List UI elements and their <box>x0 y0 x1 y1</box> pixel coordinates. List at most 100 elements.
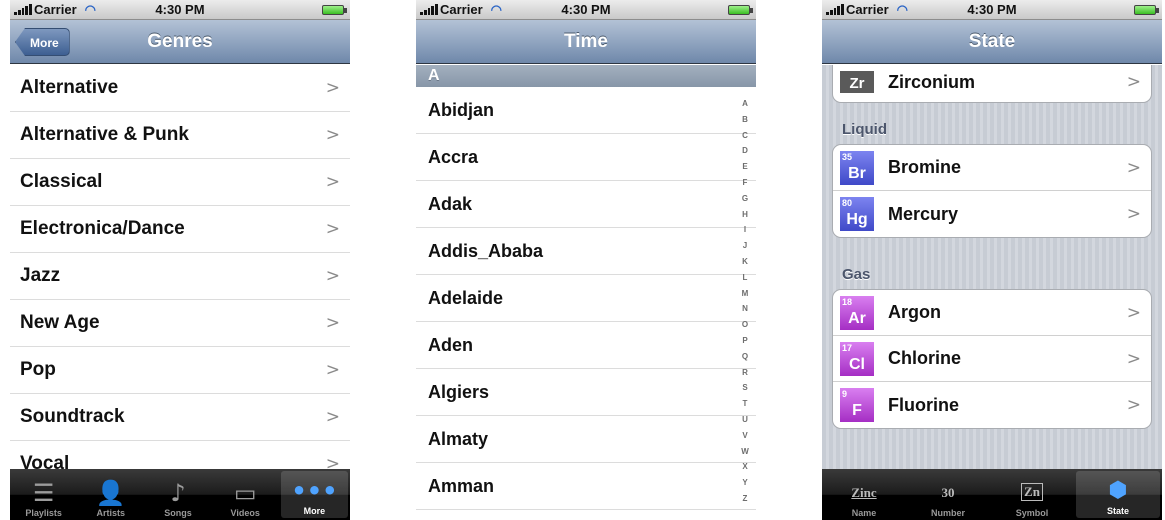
battery-icon <box>1134 5 1159 15</box>
list-item[interactable]: Algiers <box>416 369 756 416</box>
status-bar: Carrier ◠ 4:30 PM <box>822 0 1162 20</box>
index-letter[interactable]: I <box>738 222 752 238</box>
tab-name[interactable]: Zinc Name <box>822 469 906 520</box>
chevron-right-icon: > <box>1126 348 1141 369</box>
list-item[interactable]: Accra <box>416 134 756 181</box>
element-tile: 9F <box>840 388 874 422</box>
index-letter[interactable]: K <box>738 254 752 270</box>
battery-icon <box>728 5 753 15</box>
list-item[interactable]: Jazz > <box>10 253 350 300</box>
index-letter[interactable]: F <box>738 175 752 191</box>
tab-label: Symbol <box>1015 508 1049 518</box>
list-item[interactable]: Amman <box>416 463 756 510</box>
index-letter[interactable]: E <box>738 159 752 175</box>
list-item[interactable]: Alternative > <box>10 65 350 112</box>
music-note-icon: ♪ <box>170 479 186 507</box>
list-item[interactable]: Addis_Ababa <box>416 228 756 275</box>
tab-artists[interactable]: 👤 Artists <box>77 469 144 520</box>
chevron-right-icon: > <box>325 125 340 145</box>
battery-icon <box>322 5 347 15</box>
index-letter[interactable]: Q <box>738 349 752 365</box>
index-letter[interactable]: Z <box>738 491 752 507</box>
chevron-right-icon: > <box>1126 302 1141 323</box>
element-symbol: Br <box>848 164 866 182</box>
list-item[interactable]: 80 Hg Mercury > <box>833 191 1151 237</box>
index-letter[interactable]: A <box>738 96 752 112</box>
element-symbol: Cl <box>849 355 865 373</box>
element-name: Argon <box>888 302 941 322</box>
index-letter[interactable]: H <box>738 207 752 223</box>
element-tile: 35 Br <box>840 150 874 185</box>
index-letter[interactable]: G <box>738 191 752 207</box>
group-gas: 18 Ar Argon > 17 Cl Chlorine > 9F Fluorine… <box>832 289 1152 429</box>
element-tile: 17 Cl <box>840 341 874 376</box>
chevron-right-icon: > <box>325 78 340 98</box>
tab-more[interactable]: ••• More <box>280 471 349 518</box>
tab-number[interactable]: 30 Number <box>906 469 990 520</box>
timezone-list[interactable]: A Abidjan Accra Adak Addis_Ababa Adelaid… <box>416 65 756 520</box>
nav-bar: State <box>822 20 1162 64</box>
index-letter[interactable]: R <box>738 365 752 381</box>
index-letter[interactable]: X <box>738 459 752 475</box>
index-letter[interactable]: B <box>738 112 752 128</box>
name-sort-icon: Zinc <box>851 485 877 500</box>
section-index[interactable]: ABCDEFGHIJKLMNOPQRSTUVWXYZ <box>738 96 752 507</box>
element-symbol: Hg <box>846 211 868 228</box>
list-item[interactable]: 9F Fluorine > <box>833 382 1151 428</box>
index-letter[interactable]: J <box>738 238 752 254</box>
list-item[interactable]: Electronica/Dance > <box>10 206 350 253</box>
index-letter[interactable]: P <box>738 333 752 349</box>
element-name: Mercury <box>888 203 959 224</box>
tab-songs[interactable]: ♪ Songs <box>144 469 211 520</box>
list-item[interactable]: Pop > <box>10 347 350 394</box>
tab-label: More <box>303 506 326 516</box>
back-button-more[interactable]: More <box>15 28 70 56</box>
chevron-right-icon: > <box>325 454 340 469</box>
list-item[interactable]: 18 Ar Argon > <box>833 290 1151 336</box>
list-item[interactable]: New Age > <box>10 300 350 347</box>
tab-playlists[interactable]: ☰ Playlists <box>10 469 77 520</box>
tab-symbol[interactable]: Zn Symbol <box>990 469 1074 520</box>
tab-state[interactable]: ⬢ State <box>1076 471 1160 518</box>
list-item[interactable]: Soundtrack > <box>10 394 350 441</box>
list-item[interactable]: Alternative & Punk > <box>10 112 350 159</box>
status-time: 4:30 PM <box>155 2 205 17</box>
list-item[interactable]: Aden <box>416 322 756 369</box>
index-letter[interactable]: L <box>738 270 752 286</box>
list-item[interactable]: 35 Br Bromine > <box>833 145 1151 191</box>
index-letter[interactable]: Y <box>738 475 752 491</box>
genre-list[interactable]: Alternative > Alternative & Punk > Classic… <box>10 65 350 469</box>
index-letter[interactable]: N <box>738 301 752 317</box>
chevron-right-icon: > <box>325 172 340 192</box>
index-letter[interactable]: D <box>738 143 752 159</box>
index-letter[interactable]: U <box>738 412 752 428</box>
index-letter[interactable]: C <box>738 128 752 144</box>
index-letter[interactable]: O <box>738 317 752 333</box>
page-title: Genres <box>147 30 213 52</box>
index-letter[interactable]: V <box>738 428 752 444</box>
element-grouped-list[interactable]: Zr Zirconium > Liquid 35 Br Bromine > 80 H… <box>822 65 1162 469</box>
list-item[interactable]: Adelaide <box>416 275 756 322</box>
list-item[interactable]: Almaty <box>416 416 756 463</box>
list-item[interactable]: Zr Zirconium > <box>833 65 1151 102</box>
index-letter[interactable]: S <box>738 380 752 396</box>
tab-label: State <box>1106 506 1129 516</box>
index-letter[interactable]: M <box>738 286 752 302</box>
element-number: 18 <box>842 296 853 307</box>
list-item[interactable]: 17 Cl Chlorine > <box>833 336 1151 382</box>
genres-screen: Carrier ◠ 4:30 PM More Genres Alternativ… <box>10 0 350 520</box>
list-item[interactable]: Classical > <box>10 159 350 206</box>
chevron-right-icon: > <box>325 266 340 286</box>
status-bar: Carrier ◠ 4:30 PM <box>10 0 350 20</box>
playlist-icon: ☰ <box>32 479 55 507</box>
nav-bar: Time <box>416 20 756 64</box>
list-item[interactable]: Adak <box>416 181 756 228</box>
index-letter[interactable]: W <box>738 444 752 460</box>
index-letter[interactable]: T <box>738 396 752 412</box>
list-item[interactable]: Vocal > <box>10 441 350 469</box>
number-sort-icon: 30 <box>941 485 955 500</box>
list-item[interactable]: Abidjan <box>416 87 756 134</box>
chevron-right-icon: > <box>325 407 340 427</box>
element-number: 17 <box>842 342 853 353</box>
tab-videos[interactable]: ▭ Videos <box>212 469 279 520</box>
